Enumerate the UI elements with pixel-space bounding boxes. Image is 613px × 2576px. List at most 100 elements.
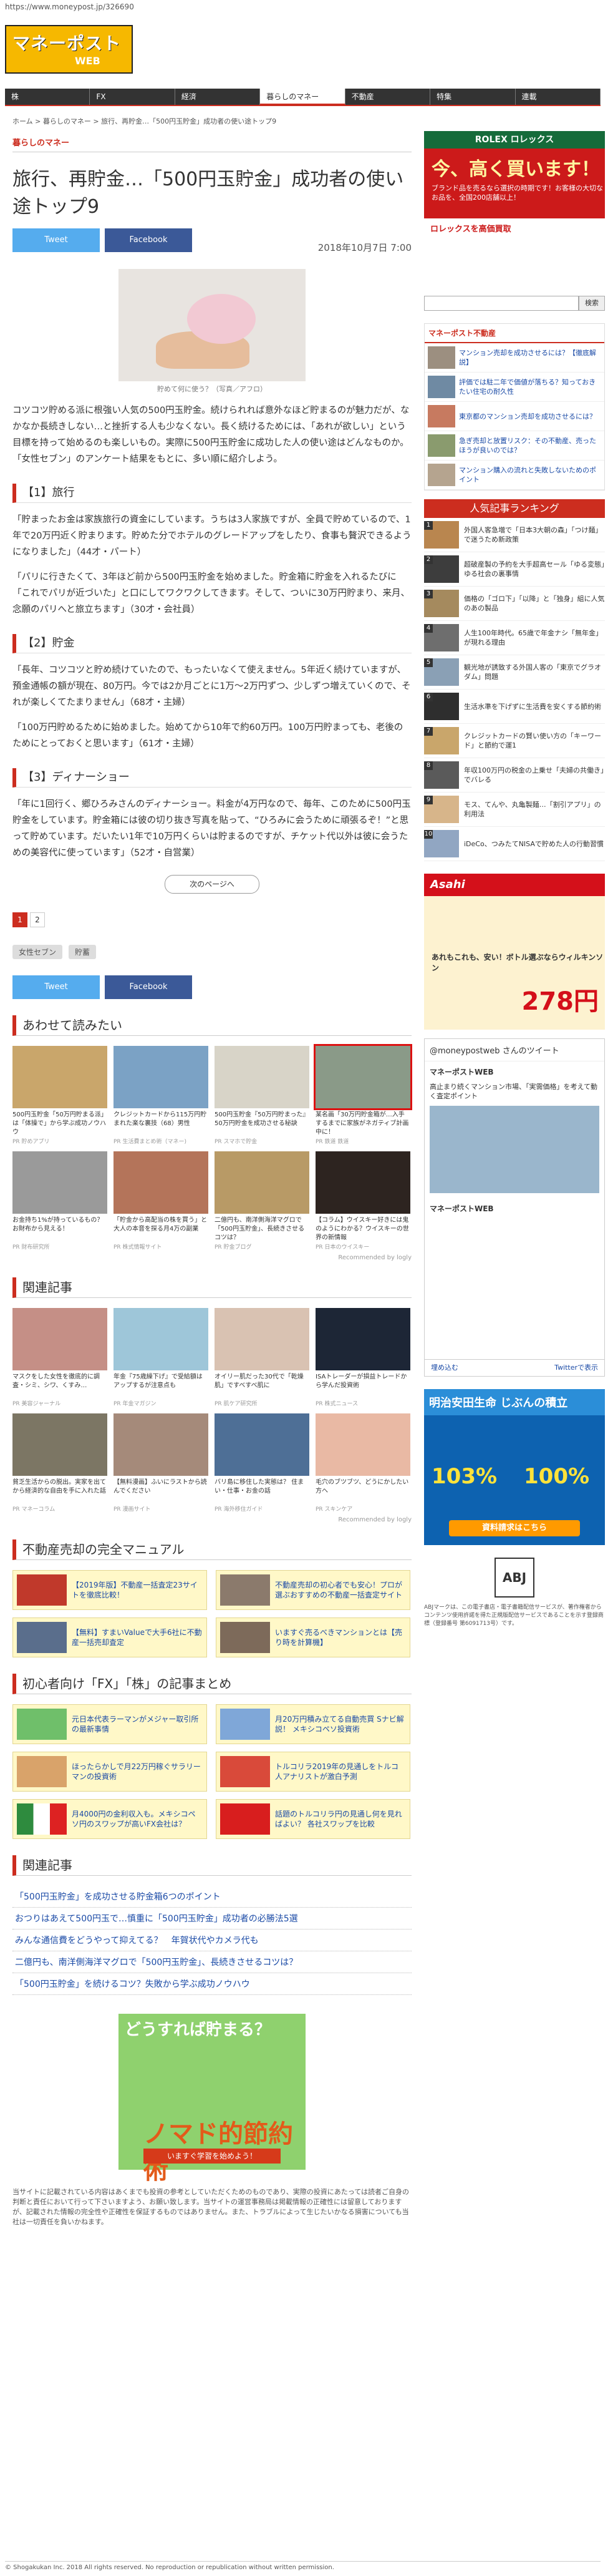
realestate-link[interactable]: いますぐ売るべきマンションとは【売り時を計算機】 [216,1617,410,1657]
twitter-view-link[interactable]: Twitterで表示 [554,1360,598,1376]
recommend-card[interactable]: 500円玉貯金『50万円貯まった』50万円貯金を成功させる秘訣 PR スマホで貯金 [215,1046,309,1145]
nav-item-realestate[interactable]: 不動産 [345,89,431,105]
related-card[interactable]: 貧乏生活からの脱出。実家を出てから経済的な自由を手に入れた話 PR マネーコラム [12,1413,107,1513]
fxstock-link[interactable]: 月4000円の金利収入も。メキシコペソ円のスワップが高いFX会社は？ [12,1799,207,1839]
recommend-card[interactable]: クレジットカードから115万円貯まれた楽な裏技（68）男性 PR 生活費まとめ術（… [113,1046,208,1145]
fxstock-link-text: 月20万円積み立てる自動売買 Sナビ解説！ メキシコペソ投資術 [275,1715,404,1734]
ranking-item[interactable]: 2 超破産製の予約を大手超高セール「ゆる変態」ゆる社会の裏事情 [424,552,605,587]
twitter-timeline-title[interactable]: @moneypostweb さんのツイート [425,1039,604,1061]
fxstock-link[interactable]: 月20万円積み立てる自動売買 Sナビ解説！ メキシコペソ投資術 [216,1704,410,1744]
recommend-card[interactable]: お金持ち1%が持っているもの？お財布から見える！ PR 財布研究所 [12,1151,107,1251]
fxstock-link[interactable]: ほったらかしで月22万円稼ぐサラリーマンの投資術 [12,1752,207,1792]
recommend-thumb [113,1151,208,1214]
site-logo[interactable]: マネーポスト WEB [5,25,133,74]
fxstock-link[interactable]: 元日本代表ラーマンがメジャー取引所の最新事情 [12,1704,207,1744]
recommend-card[interactable]: 「貯金から高配当の株を買う」と大人の本音を探る月4万の副業 PR 株式情報サイト [113,1151,208,1251]
ranking-text: クレジットカードの賢い使い方の「キーワード」と節約で運1 [464,732,601,749]
tweet-image[interactable] [430,1106,599,1193]
recommend-text: 「貯金から高配当の株を買う」と大人の本音を探る月4万の副業 [113,1217,207,1232]
recommend-card[interactable]: 某名画「30万円貯金箱が…入手するまでに家族がネガティブ計画中に！ PR 鉄道 鉄… [314,1044,412,1145]
footer-copyright: © Shogakukan Inc. 2018 All rights reserv… [5,2561,601,2571]
fxstock-thumb [17,1756,67,1787]
side-realestate-item[interactable]: マンション購入の流れと失敗しないためのポイント [425,461,604,490]
ranking-item[interactable]: 8 年収100万円の税金の上乗せ「夫婦の共働き」でバレる [424,758,605,793]
ranking-item[interactable]: 4 人生100年時代。65歳で年金ナシ「無年金」が現れる理由 [424,621,605,655]
related-thumb [113,1308,208,1370]
side-realestate-item[interactable]: 評価では駐二年で価値が落ちる？知っておきたい住宅の耐久性 [425,373,604,402]
ranking-thumb: 3 [424,590,459,617]
ranking-item[interactable]: 9 モス、てんや、丸亀製麺…「割引アプリ」の利用法 [424,793,605,827]
tweet-button-bottom[interactable]: Tweet [12,975,100,999]
related-card[interactable]: マスクをした女性を徹底的に調査・シミ、シワ、くすみ… PR 美容ジャーナル [12,1308,107,1407]
next-page-button[interactable]: 次のページへ [165,875,259,894]
nav-item-economy[interactable]: 経済 [175,89,261,105]
page-1[interactable]: 1 [12,912,27,927]
tag-savings[interactable]: 貯蓄 [69,945,97,959]
nomad-ad-banner[interactable]: どうすれば貯まる？ ノマド的節約術 いますぐ学習を始めよう！ [118,2014,306,2185]
related-card[interactable]: 年金『75歳繰下げ』で受給額はアップするが注意点も PR 年金マガジン [113,1308,208,1407]
asahi-ad-banner[interactable]: Asahi あれもこれも、安い！ボトル選ぶならウィルキンソン 278円 [424,874,605,1030]
ranking-item[interactable]: 3 価格の「ゴロ下」「以降」と「独身」組に人気のあの製品 [424,587,605,621]
related-card[interactable]: ISAトレーダーが損益トレードから学んだ投資術 PR 株式ニュース [316,1308,410,1407]
related-card[interactable]: オイリー肌だった30代で「乾燥肌」ですべすべ肌に PR 肌ケア研究所 [215,1308,309,1407]
related-card[interactable]: バリ島に移住した実態は？ 住まい・仕事・お金の話 PR 海外移住ガイド [215,1413,309,1513]
facebook-button-bottom[interactable]: Facebook [105,975,192,999]
fxstock-link[interactable]: 話題のトルコリラ円の見通し何を見ればよい？ 各社スワップを比較 [216,1799,410,1839]
nav-item-feature[interactable]: 特集 [430,89,516,105]
related-card[interactable]: 毛穴のブツブツ、どうにかしたい方へ PR スキンケア [316,1413,410,1513]
nav-item-stock[interactable]: 株 [5,89,90,105]
twitter-embed-link[interactable]: 埋め込む [431,1360,458,1376]
fxstock-link[interactable]: トルコリラ2019年の見通しをトルコ人アナリストが激白予測 [216,1752,410,1792]
related-link[interactable]: 「500円玉貯金」を続けるコツ？失敗から学ぶ成功ノウハウ [12,1973,412,1995]
nav-item-series[interactable]: 連載 [516,89,601,105]
related-card[interactable]: 【無料漫画】ふいにラストから読んでください PR 漫画サイト [113,1413,208,1513]
side-realestate-item[interactable]: マンション売却を成功させるには？【徹底解説】 [425,343,604,373]
related-link[interactable]: 二億円も、南洋側海洋マグロで「500円玉貯金」、長続きさせるコツは？ [12,1951,412,1973]
realestate-link[interactable]: 【無料】すまいValueで大手6社に不動産一括売却査定 [12,1617,207,1657]
recommend-card[interactable]: 500円玉貯金「50万円貯まる派」は「体操で」から学ぶ成功ノウハウ PR 貯めアプ… [12,1046,107,1145]
ranking-item[interactable]: 7 クレジットカードの賢い使い方の「キーワード」と節約で運1 [424,724,605,758]
recommend-source: PR 日本のウイスキー [316,1244,370,1251]
meiji-yasuda-ad-banner[interactable]: 明治安田生命 じぶんの積立 103% 100% 資料請求はこちら [424,1389,605,1545]
recommend-card[interactable]: 二億円も、南洋側海洋マグロで「500円玉貯金」、長続きさせるコツは？ PR 貯金ブ… [215,1151,309,1251]
nav-item-fx[interactable]: FX [90,89,175,105]
nav-item-life-money[interactable]: 暮らしのマネー [260,89,345,105]
side-realestate-item[interactable]: 急ぎ売却と放置リスク：その不動産、売ったほうが良いのでは？ [425,431,604,461]
side-realestate-item[interactable]: 東京都のマンション売却を成功させるには？ [425,402,604,431]
ad-lower: ロレックスを高価買取 [424,218,605,287]
travel-paragraph-1: 「貯まったお金は家族旅行の資金にしています。うちは3人家族ですが、全員で貯めてい… [12,515,412,557]
recommend-source: PR 財布研究所 [12,1244,50,1251]
tag-josei-seven[interactable]: 女性セブン [12,945,63,959]
realestate-link[interactable]: 【2019年版】不動産一括査定23サイトを徹底比較！ [12,1570,207,1610]
tweet-button[interactable]: Tweet [12,228,100,252]
savings-paragraph-1: 「長年、コツコツと貯め続けていたので、もったいなくて使えません。5年近く続けてい… [12,665,411,708]
category-label[interactable]: 暮らしのマネー [12,136,412,152]
realestate-link[interactable]: 不動産売却の初心者でも安心！プロが選ぶおすすめの不動産一括査定サイト [216,1570,410,1610]
recommend-source: PR 鉄道 鉄道 [316,1139,349,1145]
ad-brand: ROLEX ロレックス [424,131,605,149]
breadcrumb[interactable]: ホーム > 暮らしのマネー > 旅行、再貯金…「500円玉貯金」成功者の使い途ト… [12,116,276,126]
facebook-button[interactable]: Facebook [105,228,192,252]
tweet-account-2[interactable]: マネーポストWEB [425,1198,604,1219]
ranking-item[interactable]: 10 iDeCo、つみたてNISAで貯めた人の行動習慣 [424,827,605,861]
ranking-item[interactable]: 1 外国人客急増で「日本3大朝の森」「つけ麺」で迷うため新政策 [424,518,605,552]
search-button[interactable]: 検索 [579,296,605,311]
ranking-item[interactable]: 6 生活水準を下げずに生活費を安くする節約術 [424,690,605,724]
related-link[interactable]: おつりはあえて500円玉で…慎重に「500円玉貯金」成功者の必勝法5選 [12,1908,412,1930]
ranking-item[interactable]: 5 観光地が誘致する外国人客の「東京でグラオダム」問題 [424,655,605,690]
search-input[interactable] [424,296,579,311]
ranking-text: 人生100年時代。65歳で年金ナシ「無年金」が現れる理由 [464,629,602,646]
recommended-by[interactable]: Recommended by logly [12,1254,412,1261]
realestate-link-text: 【2019年版】不動産一括査定23サイトを徹底比較！ [72,1581,198,1599]
recommend-card[interactable]: 【コラム】ウイスキー好きには鬼のようにわかる？ウイスキーの世界の新情報 PR 日本… [316,1151,410,1251]
rolex-ad-banner[interactable]: ROLEX ロレックス 今、高く買います！ ブランド品を売るなら選択の時期です！… [424,131,605,287]
ad-cta-button[interactable]: いますぐ学習を始めよう！ [143,2149,281,2164]
page-2[interactable]: 2 [30,912,45,927]
recommended-by-2[interactable]: Recommended by logly [12,1516,412,1523]
ad-request-button[interactable]: 資料請求はこちら [449,1520,580,1536]
related-link[interactable]: 「500円玉貯金」を成功させる貯金箱6つのポイント [12,1886,412,1908]
side-item-text: マンション売却を成功させるには？【徹底解説】 [459,349,596,366]
tag-list: 女性セブン 貯蓄 [12,945,412,959]
tweet-account[interactable]: マネーポストWEB [425,1061,604,1082]
related-link[interactable]: みんな通信費をどうやって抑えてる？ 年賀状代やカメラ代も [12,1930,412,1951]
